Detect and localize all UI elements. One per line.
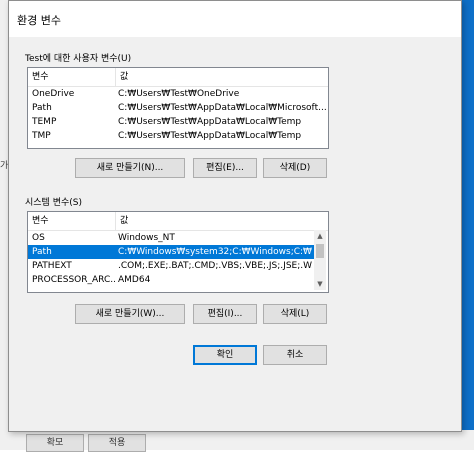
table-row[interactable]: TEMP C:₩Users₩Test₩AppData₩Local₩Temp (28, 115, 328, 129)
table-row-selected[interactable]: Path C:₩Windows₩system32;C:₩Windows;C:₩.… (28, 245, 314, 259)
background-ok-button: 확모 (26, 434, 84, 452)
table-row[interactable]: PATHEXT .COM;.EXE;.BAT;.CMD;.VBS;.VBE;.J… (28, 259, 314, 273)
variable-value: AMD64 (118, 275, 151, 285)
dialog-title: 환경 변수 (17, 14, 61, 27)
table-row[interactable]: PROCESSOR_ARC... AMD64 (28, 273, 314, 287)
variable-value: Windows_NT (118, 233, 175, 243)
user-delete-button[interactable]: 삭제(D) (263, 158, 327, 178)
variable-name: Path (32, 247, 52, 257)
user-edit-button[interactable]: 편집(E)... (193, 158, 257, 178)
system-delete-button[interactable]: 삭제(L) (263, 304, 327, 324)
table-row[interactable]: TMP C:₩Users₩Test₩AppData₩Local₩Temp (28, 129, 328, 143)
user-new-button[interactable]: 새로 만들기(N)... (75, 158, 185, 178)
system-variables-label: 시스템 변수(S) (25, 198, 82, 208)
scrollbar-thumb[interactable] (316, 244, 324, 258)
system-new-button[interactable]: 새로 만들기(W)... (75, 304, 185, 324)
variable-value: .COM;.EXE;.BAT;.CMD;.VBS;.VBE;.JS;.JSE;.… (118, 261, 312, 271)
user-variables-label: Test에 대한 사용자 변수(U) (25, 54, 132, 64)
background-apply-button: 적용 (88, 434, 146, 452)
column-header-value[interactable]: 값 (116, 68, 328, 86)
column-header-value[interactable]: 값 (116, 212, 328, 230)
variable-value: C:₩Users₩Test₩OneDrive (118, 89, 240, 99)
variable-value: C:₩Users₩Test₩AppData₩Local₩Temp (118, 131, 302, 141)
environment-variables-dialog: 환경 변수 Test에 대한 사용자 변수(U) 변수 값 OneDrive C… (8, 0, 462, 432)
system-variables-header: 변수 값 (28, 212, 328, 231)
title-bar[interactable]: 환경 변수 (9, 1, 461, 37)
column-header-variable[interactable]: 변수 (28, 212, 116, 230)
scroll-down-icon[interactable]: ▼ (314, 278, 326, 290)
user-variables-header: 변수 값 (28, 68, 328, 87)
table-row[interactable]: OS Windows_NT (28, 231, 314, 245)
system-variables-list[interactable]: 변수 값 OS Windows_NT Path C:₩Windows₩syste… (27, 211, 329, 293)
system-variables-scrollbar[interactable]: ▲ ▼ (314, 230, 326, 290)
variable-value: C:₩Users₩Test₩AppData₩Local₩Microsoft... (118, 103, 327, 113)
variable-name: PATHEXT (32, 261, 72, 271)
variable-value: C:₩Users₩Test₩AppData₩Local₩Temp (118, 117, 302, 127)
cancel-button[interactable]: 취소 (263, 345, 327, 365)
table-row[interactable]: Path C:₩Users₩Test₩AppData₩Local₩Microso… (28, 101, 328, 115)
variable-name: TMP (32, 131, 51, 141)
variable-name: TEMP (32, 117, 57, 127)
variable-name: Path (32, 103, 52, 113)
desktop-strip (462, 0, 474, 450)
table-row[interactable]: OneDrive C:₩Users₩Test₩OneDrive (28, 87, 328, 101)
ok-button[interactable]: 확인 (193, 345, 257, 365)
system-edit-button[interactable]: 편집(I)... (193, 304, 257, 324)
user-variables-list[interactable]: 변수 값 OneDrive C:₩Users₩Test₩OneDrive Pat… (27, 67, 329, 149)
variable-name: OS (32, 233, 45, 243)
variable-name: OneDrive (32, 89, 75, 99)
variable-value: C:₩Windows₩system32;C:₩Windows;C:₩... (118, 247, 312, 257)
scroll-up-icon[interactable]: ▲ (314, 230, 326, 242)
variable-name: PROCESSOR_ARC... (32, 275, 116, 285)
column-header-variable[interactable]: 변수 (28, 68, 116, 86)
